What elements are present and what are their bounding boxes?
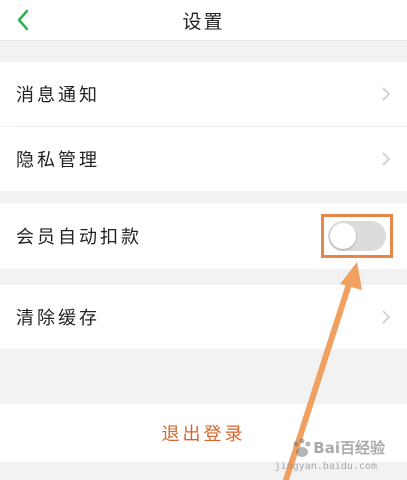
paw-logo-icon [293, 438, 311, 457]
settings-item-notifications[interactable]: 消息通知 [0, 62, 407, 126]
settings-item-label: 清除缓存 [16, 308, 100, 329]
logout-label: 退出登录 [161, 424, 246, 445]
settings-item-clear-cache[interactable]: 清除缓存 [0, 285, 407, 349]
back-arrow-icon [17, 9, 29, 31]
chevron-right-icon [382, 87, 391, 101]
watermark-site: jingyan.baidu.com [274, 461, 377, 472]
chevron-right-icon [382, 152, 391, 166]
settings-item-label: 会员自动扣款 [16, 227, 142, 248]
highlight-box [321, 214, 393, 258]
auto-deduct-toggle[interactable] [328, 221, 386, 251]
page-title: 设置 [182, 10, 225, 33]
settings-item-privacy[interactable]: 隐私管理 [0, 127, 407, 191]
chevron-right-icon [382, 310, 391, 324]
toggle-knob [330, 223, 356, 249]
settings-item-auto-deduct: 会员自动扣款 [0, 203, 407, 269]
nav-header: 设置 [0, 0, 407, 41]
baidu-watermark: Bai百经验 [291, 437, 385, 458]
settings-page: 设置 消息通知 隐私管理 会员自动扣款 清除缓存 退出登录 Bai百经验 jin… [0, 0, 407, 480]
back-button[interactable] [8, 0, 38, 40]
settings-item-label: 消息通知 [16, 85, 100, 106]
settings-item-label: 隐私管理 [16, 150, 100, 171]
watermark-brand: Bai百经验 [313, 439, 385, 457]
